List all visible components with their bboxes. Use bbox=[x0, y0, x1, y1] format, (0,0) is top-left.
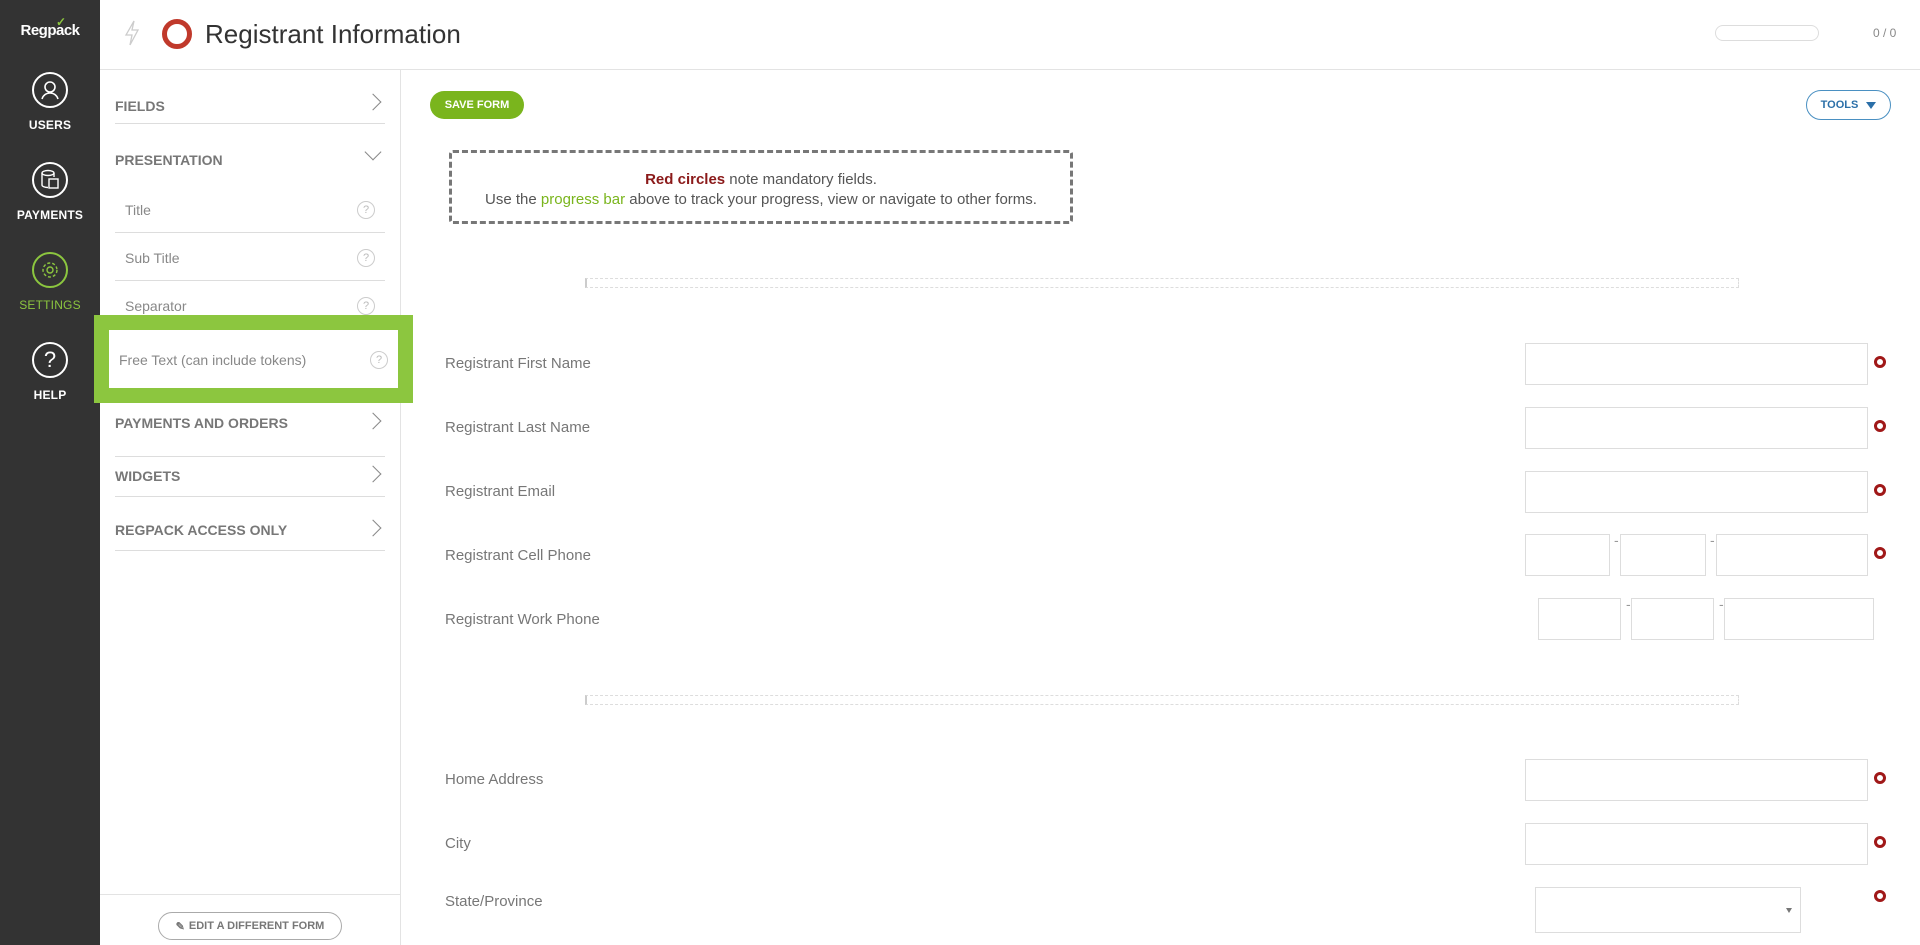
tools-label: TOOLS bbox=[1820, 99, 1859, 111]
item-label: Title bbox=[125, 202, 151, 218]
first-name-input[interactable] bbox=[1525, 343, 1868, 385]
phone-dash: - bbox=[1614, 532, 1619, 548]
section-label: PRESENTATION bbox=[115, 152, 223, 168]
field-label: City bbox=[445, 835, 471, 852]
work-phone-line-input[interactable] bbox=[1724, 598, 1874, 640]
separator bbox=[585, 695, 1739, 705]
progress-count: 0 / 0 bbox=[1873, 26, 1897, 40]
item-label: Free Text (can include tokens) bbox=[119, 352, 307, 368]
required-icon bbox=[1874, 890, 1886, 902]
section-label: REGPACK ACCESS ONLY bbox=[115, 522, 288, 538]
field-label: Registrant Work Phone bbox=[445, 611, 600, 628]
work-phone-area-input[interactable] bbox=[1538, 598, 1621, 640]
section-regpack-access-only[interactable]: REGPACK ACCESS ONLY bbox=[115, 497, 385, 551]
field-label: Registrant Email bbox=[445, 483, 556, 500]
item-label: Separator bbox=[125, 298, 187, 314]
help-icon: ? bbox=[32, 342, 68, 378]
section-presentation[interactable]: PRESENTATION bbox=[115, 124, 385, 178]
mandatory-status-icon bbox=[162, 19, 192, 49]
required-icon bbox=[1874, 356, 1886, 368]
field-label: Registrant Cell Phone bbox=[445, 547, 591, 564]
city-input[interactable] bbox=[1525, 823, 1868, 865]
required-icon bbox=[1874, 484, 1886, 496]
chevron-right-icon bbox=[364, 465, 382, 483]
last-name-input[interactable] bbox=[1525, 407, 1868, 449]
email-input[interactable] bbox=[1525, 471, 1868, 513]
payments-icon bbox=[32, 162, 68, 198]
separator bbox=[585, 278, 1739, 288]
rail-item-payments[interactable]: PAYMENTS bbox=[0, 162, 100, 222]
field-label: Registrant First Name bbox=[445, 355, 591, 372]
presentation-item-subtitle[interactable]: Sub Title ? bbox=[115, 233, 385, 281]
section-fields[interactable]: FIELDS bbox=[115, 70, 385, 124]
logo-check-icon: ✓ bbox=[56, 15, 66, 29]
presentation-item-title[interactable]: Title ? bbox=[115, 185, 385, 233]
work-phone-prefix-input[interactable] bbox=[1631, 598, 1714, 640]
user-icon bbox=[32, 72, 68, 108]
rail-item-help[interactable]: ? HELP bbox=[0, 342, 100, 402]
required-icon bbox=[1874, 547, 1886, 559]
question-icon[interactable]: ? bbox=[370, 351, 388, 369]
section-label: WIDGETS bbox=[115, 468, 181, 484]
field-label: State/Province bbox=[445, 893, 543, 910]
page-header: Registrant Information 0 / 0 bbox=[100, 0, 1920, 70]
presentation-item-free-text[interactable]: Free Text (can include tokens) ? bbox=[94, 315, 413, 403]
field-label: Home Address bbox=[445, 771, 544, 788]
save-form-button[interactable]: SAVE FORM bbox=[430, 91, 524, 119]
notice-progress-bar: progress bar bbox=[540, 191, 626, 208]
chevron-down-icon bbox=[364, 143, 382, 161]
phone-dash: - bbox=[1719, 596, 1724, 612]
nav-rail: Regpack ✓ USERS PAYMENTS SETTINGS ? HELP bbox=[0, 0, 100, 945]
logo-text: Regpack bbox=[20, 22, 80, 39]
section-label: PAYMENTS AND ORDERS bbox=[115, 415, 288, 431]
form-builder-panel: FIELDS PRESENTATION Title ? Sub Title ? … bbox=[94, 70, 413, 945]
section-widgets[interactable]: WIDGETS bbox=[115, 443, 385, 497]
instructions-notice: Red circles note mandatory fields. Use t… bbox=[449, 150, 1073, 224]
rail-label-settings: SETTINGS bbox=[19, 298, 81, 312]
home-address-input[interactable] bbox=[1525, 759, 1868, 801]
notice-line1: note mandatory fields. bbox=[725, 171, 877, 188]
rail-item-users[interactable]: USERS bbox=[0, 72, 100, 132]
field-label: Registrant Last Name bbox=[445, 419, 591, 436]
notice-red-circles: Red circles bbox=[645, 171, 726, 188]
section-label: FIELDS bbox=[115, 98, 165, 114]
required-icon bbox=[1874, 836, 1886, 848]
required-icon bbox=[1874, 420, 1886, 432]
edit-different-form-button[interactable]: ✎ EDIT A DIFFERENT FORM bbox=[158, 912, 342, 940]
chevron-right-icon bbox=[364, 93, 382, 111]
chevron-right-icon bbox=[364, 519, 382, 537]
panel-footer-divider bbox=[100, 894, 400, 895]
caret-down-icon bbox=[1866, 101, 1877, 109]
phone-dash: - bbox=[1626, 596, 1631, 612]
help-glyph: ? bbox=[43, 347, 57, 372]
question-icon[interactable]: ? bbox=[357, 201, 375, 219]
chevron-right-icon bbox=[364, 412, 382, 430]
form-canvas: SAVE FORM TOOLS Red circles note mandato… bbox=[401, 70, 1920, 945]
rail-label-payments: PAYMENTS bbox=[16, 208, 84, 222]
regpack-logo[interactable]: Regpack ✓ bbox=[0, 15, 100, 39]
rail-item-settings[interactable]: SETTINGS bbox=[0, 252, 100, 312]
state-province-select[interactable] bbox=[1535, 887, 1801, 933]
dropdown-arrow-icon bbox=[1786, 908, 1792, 913]
cell-phone-area-input[interactable] bbox=[1525, 534, 1610, 576]
item-label: Sub Title bbox=[125, 250, 180, 266]
tools-button[interactable]: TOOLS bbox=[1806, 90, 1891, 120]
required-icon bbox=[1874, 772, 1886, 784]
notice-line2-end: above to track your progress, view or na… bbox=[625, 191, 1037, 208]
phone-dash: - bbox=[1710, 532, 1715, 548]
gear-icon bbox=[32, 252, 68, 288]
pencil-icon: ✎ bbox=[175, 920, 185, 933]
rail-label-users: USERS bbox=[28, 118, 72, 132]
question-icon[interactable]: ? bbox=[357, 297, 375, 315]
progress-bar[interactable] bbox=[1715, 25, 1819, 41]
question-icon[interactable]: ? bbox=[357, 249, 375, 267]
notice-line2-start: Use the bbox=[485, 191, 541, 208]
cell-phone-prefix-input[interactable] bbox=[1620, 534, 1706, 576]
lightning-icon[interactable] bbox=[124, 20, 140, 52]
edit-button-label: EDIT A DIFFERENT FORM bbox=[188, 920, 325, 932]
rail-label-help: HELP bbox=[33, 388, 67, 402]
cell-phone-line-input[interactable] bbox=[1716, 534, 1868, 576]
page-title: Registrant Information bbox=[205, 19, 461, 49]
